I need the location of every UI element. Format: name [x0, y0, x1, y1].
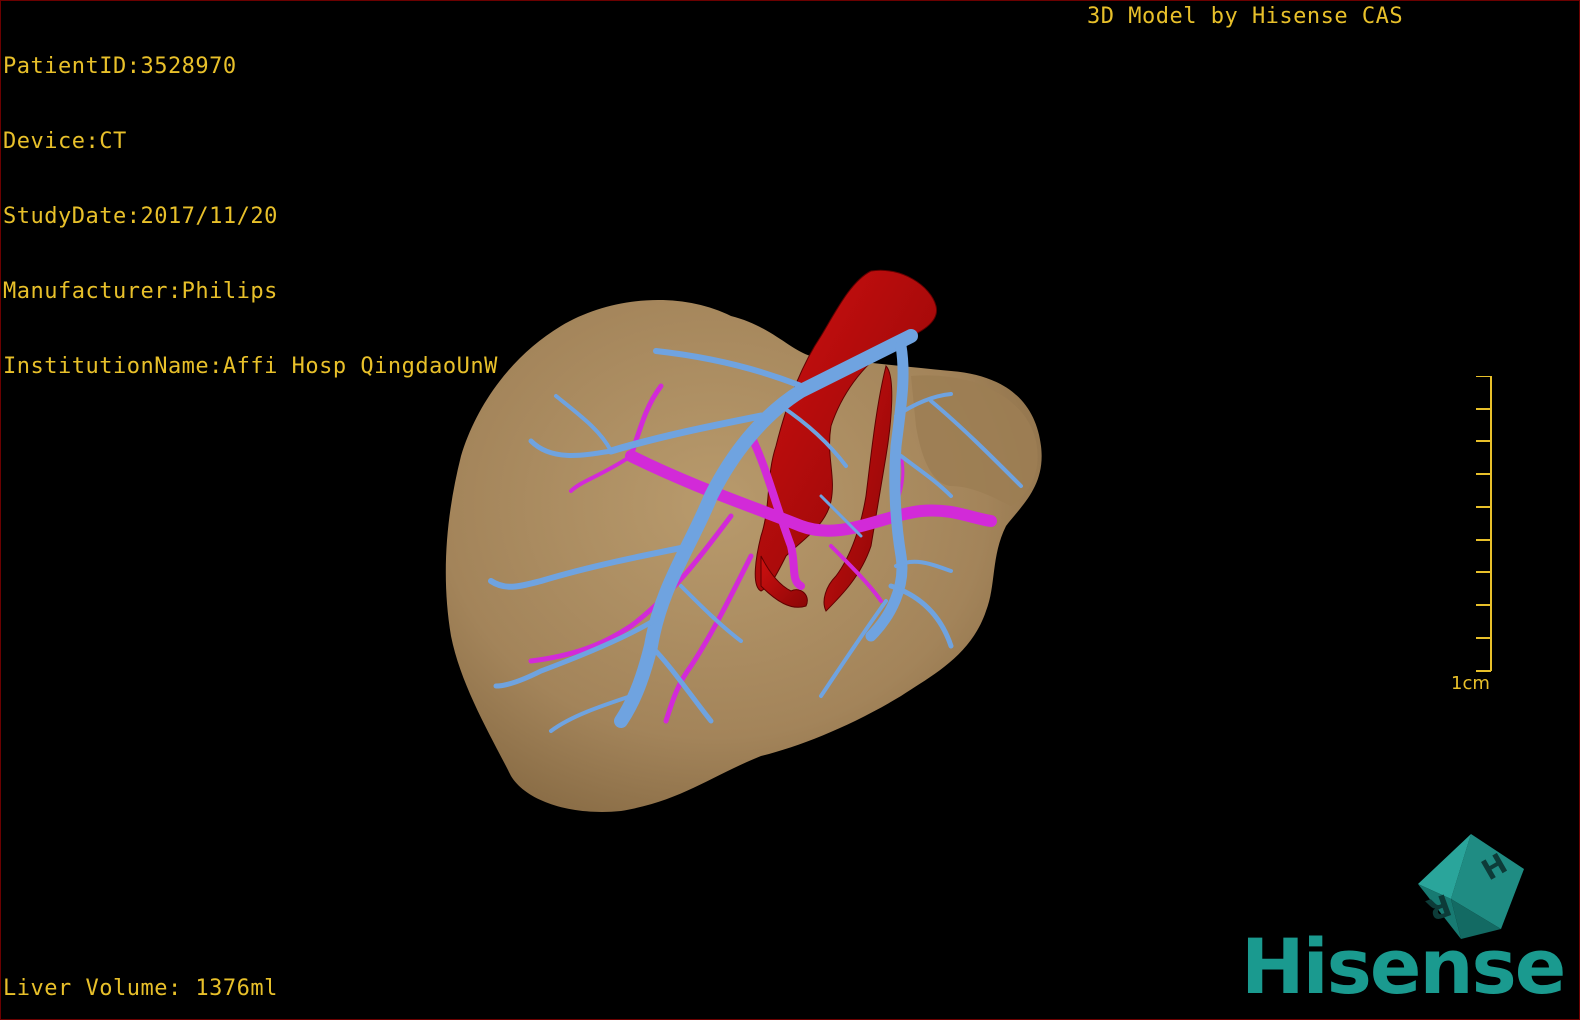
patient-id-text: PatientID:3528970 [3, 54, 237, 79]
model-credit-text: 3D Model by Hisense CAS [1087, 4, 1404, 29]
liver-volume-text: Liver Volume: 1376ml [3, 976, 278, 1001]
device-text: Device:CT [3, 129, 127, 154]
study-date-text: StudyDate:2017/11/20 [3, 204, 278, 229]
hisense-logo: Hisense [1241, 922, 1566, 1011]
manufacturer-text: Manufacturer:Philips [3, 279, 278, 304]
liver-surface [445, 299, 1042, 812]
scale-label: 1cm [1451, 673, 1490, 694]
patient-info-overlay: PatientID:3528970 Device:CT StudyDate:20… [3, 4, 498, 429]
scale-bar [1476, 376, 1492, 672]
liver-3d-model[interactable] [431, 256, 1071, 836]
institution-text: InstitutionName:Affi Hosp QingdaoUnW [3, 354, 498, 379]
3d-viewport[interactable]: PatientID:3528970 Device:CT StudyDate:20… [0, 0, 1580, 1020]
